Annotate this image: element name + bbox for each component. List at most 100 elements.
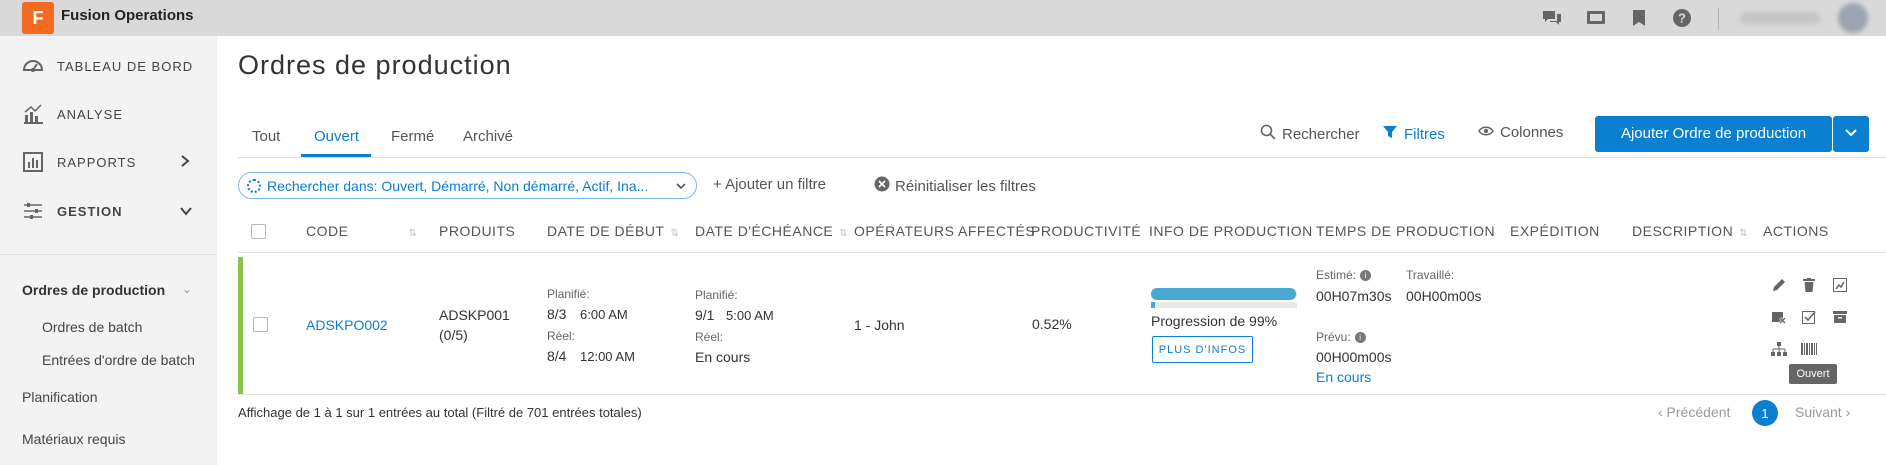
monitor-icon[interactable] [1586,8,1606,28]
next-page-button[interactable]: Suivant › [1795,404,1850,420]
tab-archived[interactable]: Archivé [463,128,513,145]
fusion-logo[interactable]: F [22,2,54,34]
loading-icon [247,178,261,193]
sort-icon: ⇅ [670,228,680,239]
tabs-divider [238,157,1886,158]
sidebar-item-batch-order-entries[interactable]: Entrées d'ordre de batch [42,352,195,368]
reset-filters-link[interactable]: Réinitialiser les filtres [874,176,1036,196]
select-all-checkbox[interactable] [251,224,266,239]
estimated-time: Estimé: i [1316,268,1372,282]
chevron-right-icon [180,154,190,170]
edit-icon[interactable] [1770,276,1788,294]
eye-icon [1478,124,1494,141]
sidebar-item-required-materials[interactable]: Matériaux requis [22,431,126,447]
checklist-icon[interactable] [1800,308,1818,326]
previous-page-button[interactable]: ‹ Précédent [1658,404,1730,420]
tab-open[interactable]: Ouvert [314,128,359,145]
report-icon [22,151,44,173]
sidebar-item-label: GESTION [57,203,123,219]
secondary-progress-bar [1151,302,1297,308]
start-planned-date: 8/3 [547,306,567,322]
clear-icon [874,176,890,196]
sidebar-item-label: TABLEAU DE BORD [57,58,194,74]
sidebar-item-batch-orders[interactable]: Ordres de batch [42,319,142,335]
topbar-separator [1718,8,1719,30]
header-divider [238,252,1886,253]
search-scope-filter[interactable]: Rechercher dans: Ouvert, Démarré, Non dé… [238,172,697,199]
status-link[interactable]: En cours [1316,369,1371,385]
productivity-value: 0.52% [1032,316,1072,332]
column-header-productivity[interactable]: PRODUCTIVITÉ [1031,223,1141,239]
due-real-value: En cours [695,349,751,365]
column-header-operators[interactable]: OPÉRATEURS AFFECTÉS [854,223,1035,239]
delete-icon[interactable] [1800,276,1818,294]
column-header-due-date[interactable]: DATE D'ÉCHÉANCE ⇅ [695,223,848,239]
chevron-down-icon: ⌄ [182,282,193,296]
analytics-icon[interactable] [1831,276,1849,294]
add-production-order-button[interactable]: Ajouter Ordre de production [1595,116,1832,152]
row-status-bar [238,257,243,394]
sidebar: TABLEAU DE BORD ANALYSE RAPPORTS GESTION… [0,36,217,465]
column-header-production-time[interactable]: TEMPS DE PRODUCTION [1316,223,1495,239]
product-count: (0/5) [439,327,468,343]
tab-closed[interactable]: Fermé [391,128,434,145]
planned-time: Prévu: i [1316,330,1366,344]
column-header-actions: ACTIONS [1763,223,1829,239]
add-filter-link[interactable]: + Ajouter un filtre [713,176,826,193]
tab-all[interactable]: Tout [252,128,280,145]
bookmark-icon[interactable] [1629,8,1649,28]
sidebar-item-analyse[interactable]: ANALYSE [0,94,217,134]
due-planned-label: Planifié: [695,288,738,302]
progress-text: Progression de 99% [1151,313,1278,329]
help-icon[interactable]: ? [1672,8,1692,28]
estimated-value: 00H07m30s [1316,288,1392,304]
column-header-production-info[interactable]: INFO DE PRODUCTION [1149,223,1313,239]
search-button[interactable]: Rechercher [1260,124,1360,144]
sort-icon: ⇅ [1739,228,1749,239]
sidebar-section-production-orders[interactable]: Ordres de production [22,282,165,298]
page-1-button[interactable]: 1 [1752,400,1778,426]
worked-label: Travaillé: [1406,268,1455,282]
status-tooltip: Ouvert [1789,364,1837,384]
product-code: ADSKP001 [439,307,510,323]
row-divider [238,394,1886,395]
column-header-code[interactable]: CODE ⇅ [306,223,417,239]
column-header-start-date[interactable]: DATE DE DÉBUT ⇅ [547,223,679,239]
sidebar-item-dashboard[interactable]: TABLEAU DE BORD [0,46,217,86]
filters-button[interactable]: Filtres [1382,124,1445,144]
row-checkbox[interactable] [253,317,268,332]
planned-value: 00H00m00s [1316,349,1392,365]
page-title: Ordres de production [238,50,512,80]
column-header-description[interactable]: DESCRIPTION ⇅ [1632,223,1748,239]
cancel-schedule-icon[interactable] [1770,308,1788,326]
archive-icon[interactable] [1831,308,1849,326]
pagination-summary: Affichage de 1 à 1 sur 1 entrées au tota… [238,405,642,420]
user-name-blurred[interactable] [1740,12,1820,24]
sidebar-divider [0,254,217,255]
chart-icon [22,103,44,125]
search-label: Rechercher [1282,125,1360,143]
sidebar-item-rapports[interactable]: RAPPORTS [0,142,217,182]
barcode-icon[interactable] [1800,340,1818,358]
column-header-products[interactable]: PRODUITS [439,223,515,239]
start-real-time: 12:00 AM [580,349,635,364]
svg-text:?: ? [1678,11,1686,26]
column-header-shipping[interactable]: EXPÉDITION [1510,223,1600,239]
avatar[interactable] [1838,3,1868,33]
sidebar-item-planification[interactable]: Planification [22,389,98,405]
chat-icon[interactable] [1542,8,1562,28]
sort-icon: ⇅ [408,228,418,239]
columns-button[interactable]: Colonnes [1478,124,1563,141]
chevron-down-icon [180,203,192,219]
production-progress-fill [1151,288,1296,300]
order-code-link[interactable]: ADSKPO002 [306,317,388,333]
sidebar-item-gestion[interactable]: GESTION [0,191,217,231]
info-icon: i [1354,332,1366,343]
start-real-label: Réel: [547,329,576,343]
hierarchy-icon[interactable] [1770,340,1788,358]
chevron-down-icon [676,179,696,193]
filter-icon [1382,124,1398,144]
planned-label: Prévu: [1316,330,1351,344]
add-options-dropdown[interactable] [1833,116,1869,152]
more-info-button[interactable]: PLUS D'INFOS [1152,336,1253,363]
